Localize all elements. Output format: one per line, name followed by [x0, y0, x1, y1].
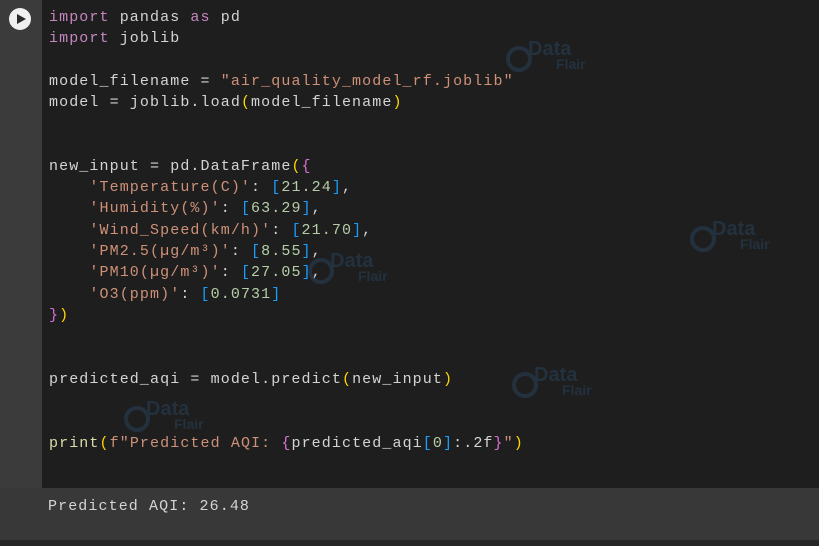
code-token-br1: ): [442, 371, 454, 388]
code-token-num: 21.70: [301, 222, 353, 239]
code-token-plain: ,: [362, 222, 373, 239]
code-token-plain: predicted_aqi: [291, 435, 423, 452]
code-token-br3: ]: [301, 243, 312, 260]
code-token-plain: :: [271, 222, 292, 239]
code-token-plain: new_input: [352, 371, 443, 388]
code-line: import pandas as pd: [49, 7, 241, 28]
code-token-br3: ]: [301, 200, 312, 217]
code-token-plain: ,: [341, 179, 353, 196]
code-line: print(f"Predicted AQI: {predicted_aqi[0]…: [49, 433, 524, 454]
code-token-fn: print: [49, 435, 100, 452]
code-token-br1: (: [240, 94, 252, 111]
watermark-logo: Data Flair: [124, 399, 204, 432]
code-line: model_filename = "air_quality_model_rf.j…: [49, 71, 514, 92]
code-token-plain: ,: [311, 200, 322, 217]
code-token-num: 0: [432, 435, 444, 452]
run-cell-button[interactable]: [9, 8, 31, 30]
code-token-br2: }: [493, 435, 504, 452]
code-token-plain: pd: [210, 9, 241, 26]
code-line: predicted_aqi = model.predict(new_input): [49, 369, 453, 390]
code-token-br1: ): [59, 307, 70, 324]
code-token-plain: :: [220, 264, 241, 281]
code-token-plain: pandas: [109, 9, 191, 26]
code-token-br2: {: [281, 435, 292, 452]
code-token-br1: (: [341, 371, 353, 388]
code-token-str: 'O3(ppm)': [89, 286, 181, 303]
code-token-num: 63.29: [251, 200, 302, 217]
code-token-str: 'Temperature(C)': [89, 179, 252, 196]
code-line: 'PM2.5(µg/m³)': [8.55],: [49, 241, 322, 262]
code-token-plain: predicted_aqi = model.predict: [49, 371, 342, 388]
code-token-plain: :: [230, 243, 252, 260]
code-token-num: 27.05: [251, 264, 302, 281]
code-token-br1: (: [291, 158, 302, 175]
code-token-plain: model_filename =: [49, 73, 221, 90]
code-token-kw: as: [190, 9, 211, 26]
code-line: 'Temperature(C)': [21.24],: [49, 177, 352, 198]
code-line: new_input = pd.DataFrame({: [49, 156, 312, 177]
watermark-logo: Data Flair: [308, 251, 388, 284]
code-token-str: ": [503, 435, 514, 452]
code-token-kw: import: [49, 30, 110, 47]
code-token-br3: [: [251, 243, 262, 260]
code-token-str: 'PM10(µg/m³)': [89, 264, 221, 281]
watermark-logo: Data Flair: [690, 219, 770, 252]
code-token-num: 21.24: [281, 179, 332, 196]
code-token-br1: ): [513, 435, 524, 452]
code-token-plain: :: [220, 200, 241, 217]
code-line: model = joblib.load(model_filename): [49, 92, 403, 113]
code-token-str: "air_quality_model_rf.joblib": [220, 73, 514, 90]
code-token-plain: :: [251, 179, 272, 196]
code-token-br3: [: [422, 435, 433, 452]
code-line: 'O3(ppm)': [0.0731]: [49, 284, 281, 305]
code-line: }): [49, 305, 69, 326]
bottom-divider: [0, 540, 819, 546]
code-token-plain: :.2f: [453, 435, 494, 452]
code-token-num: 0.0731: [210, 286, 272, 303]
code-token-str: 'PM2.5(µg/m³)': [89, 243, 231, 260]
cell-gutter: [0, 0, 42, 488]
code-token-br1: (: [99, 435, 110, 452]
code-token-br3: ]: [352, 222, 363, 239]
code-token-br2: {: [301, 158, 312, 175]
output-text: Predicted AQI: 26.48: [48, 498, 251, 515]
code-token-str: 'Humidity(%)': [89, 200, 221, 217]
code-token-br1: ): [392, 94, 403, 111]
code-token-br3: ]: [331, 179, 342, 196]
code-line: 'Wind_Speed(km/h)': [21.70],: [49, 220, 372, 241]
watermark-logo: Data Flair: [512, 365, 592, 398]
code-token-br2: }: [49, 307, 60, 324]
code-token-br3: ]: [271, 286, 282, 303]
code-token-br3: [: [240, 200, 252, 217]
code-token-br3: [: [240, 264, 252, 281]
code-token-str: f"Predicted AQI:: [109, 435, 282, 452]
code-token-plain: model = joblib.load: [49, 94, 241, 111]
code-token-kw: import: [49, 9, 110, 26]
code-line: import joblib: [49, 28, 180, 49]
code-token-plain: model_filename: [251, 94, 393, 111]
code-line: 'Humidity(%)': [63.29],: [49, 198, 322, 219]
watermark-logo: Data Flair: [506, 39, 586, 72]
code-token-str: 'Wind_Speed(km/h)': [89, 222, 272, 239]
code-token-br3: [: [200, 286, 211, 303]
code-token-num: 8.55: [261, 243, 302, 260]
code-token-br3: [: [271, 179, 282, 196]
code-token-plain: new_input = pd.DataFrame: [49, 158, 292, 175]
code-token-br3: ]: [443, 435, 454, 452]
cell-output: Predicted AQI: 26.48: [0, 488, 819, 540]
code-line: 'PM10(µg/m³)': [27.05],: [49, 262, 322, 283]
code-token-plain: joblib: [109, 30, 181, 47]
code-token-plain: :: [180, 286, 201, 303]
code-token-br3: [: [291, 222, 302, 239]
